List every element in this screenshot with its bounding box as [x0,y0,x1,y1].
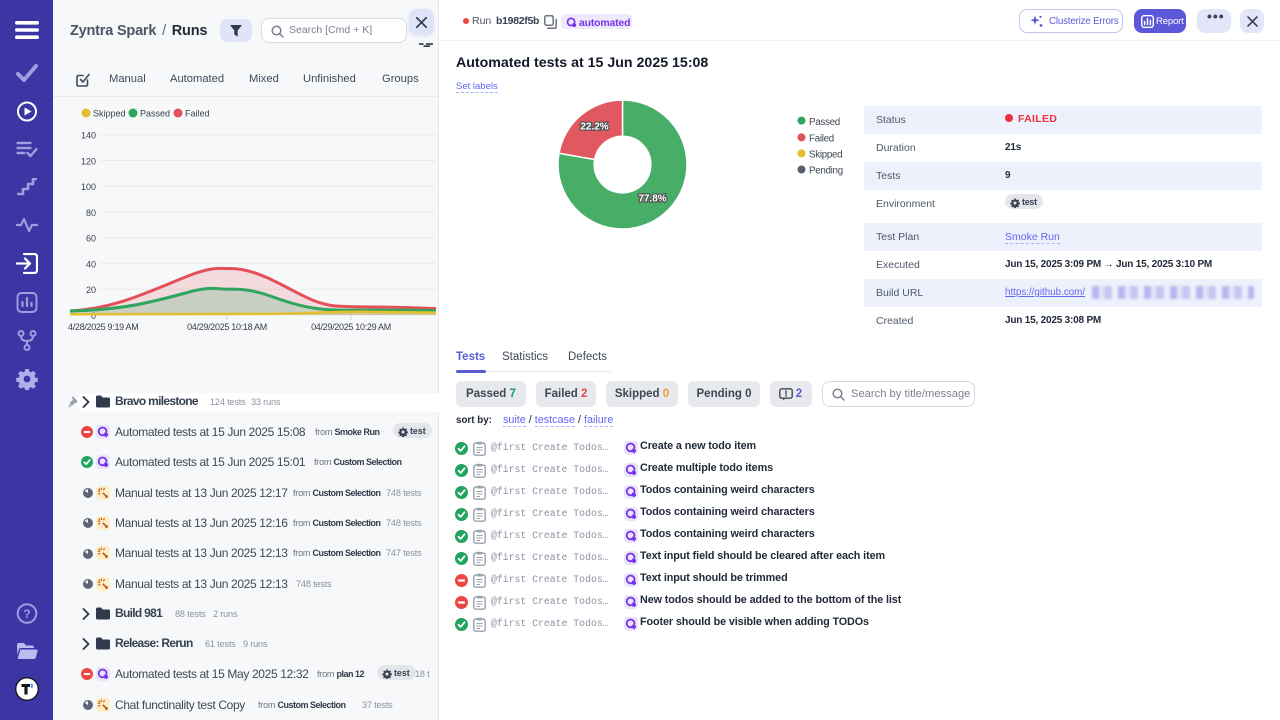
svg-text:Failed: Failed [185,108,210,118]
svg-text:4/28/2025 9:19 AM: 4/28/2025 9:19 AM [68,322,138,332]
svg-text:20: 20 [86,285,96,295]
svg-text:Skipped: Skipped [93,108,126,118]
svg-text:Failed: Failed [809,134,834,145]
svg-text:77.8%: 77.8% [638,193,666,204]
svg-text:60: 60 [86,234,96,244]
svg-text:04/29/2025 10:29 AM: 04/29/2025 10:29 AM [311,322,391,332]
svg-text:40: 40 [86,259,96,269]
svg-text:Passed: Passed [809,117,840,128]
svg-text:80: 80 [86,208,96,218]
svg-text:140: 140 [81,131,96,141]
svg-text:Skipped: Skipped [809,150,842,161]
svg-text:22.2%: 22.2% [580,121,608,132]
svg-text:Passed: Passed [140,108,170,118]
svg-text:100: 100 [81,182,96,192]
svg-text:04/29/2025 10:18 AM: 04/29/2025 10:18 AM [187,322,267,332]
svg-text:?: ? [23,607,30,621]
svg-text:120: 120 [81,156,96,166]
svg-text:Pending: Pending [809,166,843,177]
